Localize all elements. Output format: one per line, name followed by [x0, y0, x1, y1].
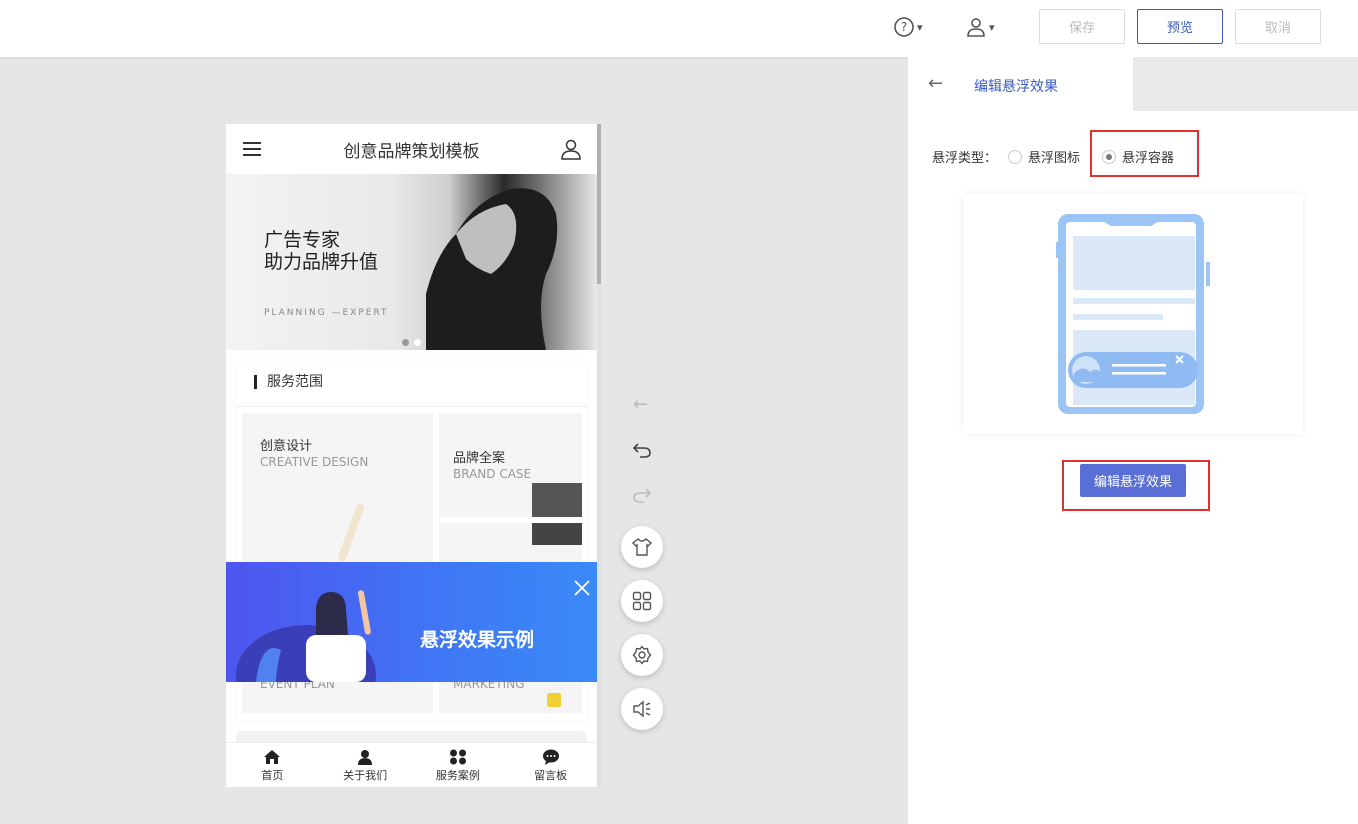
- carousel-dot[interactable]: [402, 339, 409, 346]
- grid-icon: [449, 749, 466, 764]
- undo-icon[interactable]: [632, 440, 652, 460]
- keyboard-image: [532, 523, 582, 545]
- float-container-example[interactable]: 悬浮效果示例: [226, 562, 597, 682]
- float-text: 悬浮效果示例: [420, 629, 535, 651]
- phone-float-illustration: [1056, 214, 1210, 414]
- edit-float-button[interactable]: 编辑悬浮效果: [1080, 464, 1186, 497]
- nav-item-guestbook[interactable]: 留言板: [504, 743, 597, 787]
- phone-title: 创意品牌策划模板: [343, 141, 480, 162]
- chevron-down-icon: ▾: [917, 20, 923, 34]
- panel-tab-filler: [1133, 57, 1358, 111]
- home-icon: [264, 749, 281, 764]
- user-icon: [967, 18, 985, 37]
- woman-portrait-image: [426, 188, 558, 350]
- profile-icon[interactable]: [560, 138, 582, 160]
- tile-brand-case[interactable]: 品牌全案 BRAND CASE: [439, 413, 582, 517]
- help-menu[interactable]: ? ▾: [893, 16, 923, 38]
- user-menu[interactable]: ▾: [965, 16, 995, 38]
- person-icon: [358, 749, 373, 765]
- float-type-label: 悬浮类型：: [932, 151, 998, 166]
- banner-heading: 广告专家 助力品牌升值: [264, 229, 378, 273]
- modules-button[interactable]: [621, 580, 663, 622]
- chat-icon: [542, 749, 559, 765]
- preview-button[interactable]: 预览: [1137, 9, 1223, 44]
- tile-subtitle: BRAND CASE: [453, 467, 532, 481]
- radio-float-container[interactable]: 悬浮容器: [1102, 147, 1174, 166]
- close-icon[interactable]: [574, 580, 590, 596]
- shirt-icon: [632, 538, 652, 556]
- panel-title: 编辑悬浮效果: [974, 79, 1058, 95]
- gear-icon: [632, 645, 652, 665]
- banner-line-2: 助力品牌升值: [264, 251, 379, 273]
- svg-text:?: ?: [901, 20, 907, 34]
- nav-item-about[interactable]: 关于我们: [319, 743, 412, 787]
- nav-label: 首页: [261, 768, 284, 782]
- hero-banner[interactable]: 广告专家 助力品牌升值 PLANNING —EXPERT: [226, 174, 597, 350]
- radio-icon[interactable]: [1008, 149, 1022, 164]
- modules-icon: [632, 591, 652, 611]
- tile-title: 创意设计: [260, 439, 313, 454]
- phone-header: 创意品牌策划模板: [226, 124, 597, 174]
- laptop-image: [532, 483, 582, 517]
- save-button[interactable]: 保存: [1039, 9, 1125, 44]
- theme-button[interactable]: [621, 526, 663, 568]
- menu-icon[interactable]: [243, 141, 261, 157]
- nav-label: 留言板: [534, 768, 568, 782]
- top-toolbar: ? ▾ ▾ 保存 预览 取消: [0, 0, 1358, 57]
- back-arrow-icon[interactable]: ←: [633, 394, 648, 415]
- radio-label: 悬浮容器: [1122, 151, 1175, 166]
- nav-label: 服务案例: [435, 768, 480, 782]
- divider: [236, 406, 587, 407]
- speaker-icon: [633, 700, 651, 718]
- redo-icon[interactable]: [632, 485, 652, 505]
- settings-button[interactable]: [621, 634, 663, 676]
- services-title: 服务范围: [254, 375, 323, 389]
- cancel-button[interactable]: 取消: [1235, 9, 1321, 44]
- cup-image: [547, 693, 561, 707]
- phone-scrollbar-thumb[interactable]: [597, 124, 601, 284]
- tile-title: 品牌全案: [453, 451, 506, 466]
- radio-icon[interactable]: [1102, 149, 1116, 164]
- nav-label: 关于我们: [343, 768, 388, 782]
- radio-label: 悬浮图标: [1028, 151, 1081, 166]
- banner-tagline: PLANNING —EXPERT: [264, 308, 389, 318]
- phone-preview: 创意品牌策划模板 广告专家 助力品牌升值 PLANNING —EXPERT 服务…: [226, 124, 601, 787]
- help-circle-icon: ?: [894, 17, 914, 37]
- carousel-dot-active[interactable]: [414, 339, 421, 346]
- float-preview-card: [963, 194, 1303, 434]
- back-arrow-icon[interactable]: ←: [928, 73, 943, 94]
- woman-illustration-image: [236, 590, 376, 682]
- radio-float-icon[interactable]: 悬浮图标: [1008, 147, 1080, 166]
- nav-item-home[interactable]: 首页: [226, 743, 319, 787]
- bottom-nav: 首页 关于我们 服务案例 留言板: [226, 742, 597, 787]
- chevron-down-icon: ▾: [989, 20, 995, 34]
- sound-button[interactable]: [621, 688, 663, 730]
- tile-subtitle: CREATIVE DESIGN: [260, 455, 369, 469]
- banner-line-1: 广告专家: [264, 229, 341, 251]
- nav-item-cases[interactable]: 服务案例: [412, 743, 505, 787]
